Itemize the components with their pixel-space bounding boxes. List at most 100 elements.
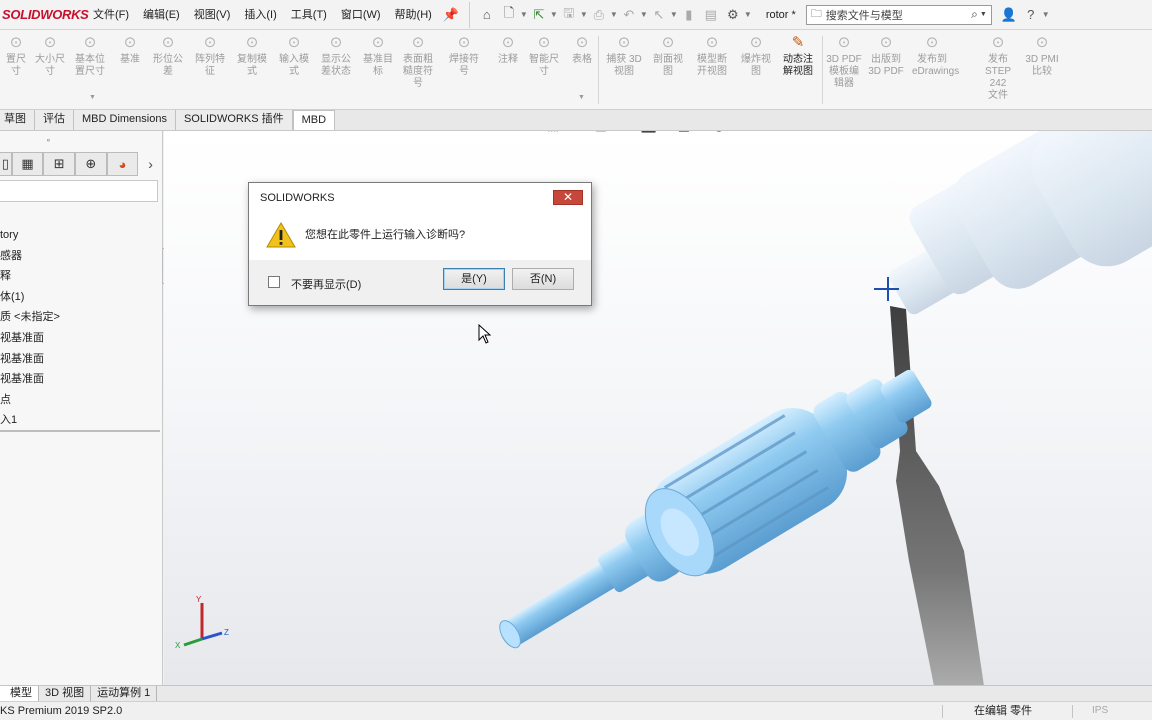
search-box[interactable]: 🗀 搜索文件与模型 ⌕ ▼ bbox=[805, 4, 992, 25]
chevron-right-icon[interactable]: › bbox=[138, 156, 163, 172]
user-icon[interactable]: 👤 bbox=[998, 4, 1020, 26]
traffic-light-icon[interactable]: ▮ bbox=[678, 4, 700, 26]
tab-4[interactable]: MBD bbox=[292, 110, 336, 130]
dimxpert-manager-tab[interactable]: ⊕ bbox=[74, 152, 107, 176]
ribbon-button-publish-3d-pdf[interactable]: ⊙ 出版到 3D PDF bbox=[866, 34, 906, 78]
chevron-down-icon[interactable]: ▼ bbox=[1042, 10, 1050, 19]
tab-3d-views[interactable]: 3D 视图 bbox=[39, 686, 92, 701]
no-button[interactable]: 否(N) bbox=[512, 268, 574, 290]
chevron-down-icon[interactable]: ▼ bbox=[744, 10, 752, 19]
tab-3[interactable]: SOLIDWORKS 插件 bbox=[175, 110, 293, 130]
chevron-down-icon[interactable]: ▼ bbox=[89, 94, 96, 101]
menu-help[interactable]: 帮助(H) bbox=[388, 0, 439, 30]
feature-tree-item[interactable]: 视基准面 bbox=[0, 349, 163, 370]
panel-splitter-handle[interactable]: ⚬ bbox=[45, 136, 52, 145]
capture-3d-view-icon: ⊙ bbox=[617, 34, 631, 51]
help-icon[interactable]: ? bbox=[1020, 4, 1042, 26]
yes-button[interactable]: 是(Y) bbox=[443, 268, 505, 290]
menu-file[interactable]: 文件(F) bbox=[86, 0, 136, 30]
feature-tree-item[interactable]: 释 bbox=[0, 266, 163, 287]
ribbon-button-smart-dimension[interactable]: ⊙ 智能尺 寸 bbox=[524, 34, 564, 78]
ribbon-button-3d-pdf-template[interactable]: ⊙ 3D PDF 模板编 辑器 bbox=[824, 34, 864, 90]
ribbon-button-publish-step[interactable]: ⊙ 发布 STEP 242 文件 bbox=[978, 34, 1018, 102]
ribbon-button-paste-scheme[interactable]: ⊙ 输入模 式 bbox=[274, 34, 314, 78]
chevron-down-icon[interactable]: ▼ bbox=[520, 10, 528, 19]
menu-view[interactable]: 视图(V) bbox=[187, 0, 238, 30]
save-icon[interactable]: 🖫 bbox=[558, 4, 580, 26]
configuration-manager-tab[interactable]: ⊞ bbox=[43, 152, 75, 176]
ribbon-separator bbox=[822, 36, 823, 104]
ribbon-button-dynamic-annotation-view[interactable]: ✎ 动态注 解视图 bbox=[778, 34, 818, 78]
feature-tree-filter-input[interactable] bbox=[0, 180, 158, 202]
menu-edit[interactable]: 编辑(E) bbox=[136, 0, 187, 30]
document-name: rotor * bbox=[765, 8, 796, 21]
tab-model[interactable]: 模型 bbox=[0, 686, 39, 701]
ribbon-button-datum[interactable]: ⊙ 基准 bbox=[110, 34, 150, 66]
feature-tree-item[interactable]: 感器 bbox=[0, 246, 163, 267]
menu-tools[interactable]: 工具(T) bbox=[284, 0, 334, 30]
ribbon-button-broken-view[interactable]: ⊙ 模型断 开视图 bbox=[692, 34, 732, 78]
feature-tree-item[interactable]: 视基准面 bbox=[0, 328, 163, 349]
chevron-down-icon[interactable]: ▼ bbox=[670, 10, 678, 19]
options-gear-icon[interactable]: ⚙ bbox=[722, 4, 744, 26]
rollback-bar[interactable] bbox=[0, 430, 160, 432]
ribbon-button-capture-3d-view[interactable]: ⊙ 捕获 3D 视图 bbox=[604, 34, 644, 78]
ribbon-button-weld-symbol[interactable]: ⊙ 焊接符 号 bbox=[444, 34, 484, 78]
menu-window[interactable]: 窗口(W) bbox=[334, 0, 388, 30]
ribbon-button-pattern-feature[interactable]: ⊙ 阵列特 征 bbox=[190, 34, 230, 78]
feature-tree-item[interactable]: 入1 bbox=[0, 410, 163, 431]
search-input[interactable]: 搜索文件与模型 bbox=[822, 7, 971, 23]
dialog-close-button[interactable]: ✕ bbox=[553, 190, 583, 205]
ribbon-button-geometric-tolerance[interactable]: ⊙ 形位公 差 bbox=[148, 34, 188, 78]
tab-2[interactable]: MBD Dimensions bbox=[74, 110, 176, 130]
chevron-down-icon[interactable]: ▼ bbox=[980, 11, 987, 18]
ribbon-button-copy-scheme[interactable]: ⊙ 复制模 式 bbox=[232, 34, 272, 78]
feature-tree-item[interactable]: 质 <未指定> bbox=[0, 307, 163, 328]
dont-show-again-checkbox[interactable] bbox=[268, 276, 280, 288]
ribbon-button-surface-finish[interactable]: ⊙ 表面粗 糙度符 号 bbox=[398, 34, 438, 90]
file-properties-icon[interactable]: ▤ bbox=[700, 4, 722, 26]
tab-0[interactable]: 草图 bbox=[0, 110, 35, 130]
dont-show-again-label[interactable]: 不要再显示(D) bbox=[291, 276, 361, 292]
ribbon-button-table[interactable]: ⊙ 表格 bbox=[562, 34, 602, 66]
ribbon-button-size-dimension[interactable]: ⊙ 大小尺 寸 bbox=[30, 34, 70, 78]
chevron-down-icon[interactable]: ▼ bbox=[610, 10, 618, 19]
home-icon[interactable]: ⌂ bbox=[476, 4, 498, 26]
weld-symbol-icon: ⊙ bbox=[457, 34, 471, 51]
ribbon-button-label: 形位公 差 bbox=[153, 54, 183, 77]
undo-icon[interactable]: ↶ bbox=[618, 4, 640, 26]
new-document-icon[interactable]: 🗋 bbox=[498, 4, 520, 26]
property-manager-tab[interactable]: ▦ bbox=[11, 152, 44, 176]
ribbon-button-location-dimension[interactable]: ⊙ 基本位 置尺寸 bbox=[70, 34, 110, 78]
ribbon-button-label: 3D PDF 模板编 辑器 bbox=[826, 54, 862, 89]
ribbon-button-datum-target[interactable]: ⊙ 基准目 标 bbox=[358, 34, 398, 78]
search-icon[interactable]: ⌕ bbox=[971, 7, 978, 22]
select-arrow-icon[interactable]: ↖ bbox=[648, 4, 670, 26]
ribbon-button-publish-edrawings[interactable]: ⊙ 发布到 eDrawings bbox=[912, 34, 959, 78]
solidworks-logo[interactable]: SOLIDWORKS bbox=[0, 0, 89, 30]
chevron-down-icon[interactable]: ▼ bbox=[578, 94, 585, 101]
pin-icon[interactable]: 📌 bbox=[439, 7, 463, 23]
open-document-icon[interactable]: ⇱ bbox=[528, 4, 550, 26]
ribbon-button-label: 注释 bbox=[498, 54, 518, 65]
menu-insert[interactable]: 插入(I) bbox=[237, 0, 283, 30]
transparent-body-ghost bbox=[889, 131, 1152, 315]
ribbon-button-3d-pmi-compare[interactable]: ⊙ 3D PMI 比较 bbox=[1022, 34, 1062, 78]
feature-tree-item[interactable]: tory bbox=[0, 225, 163, 246]
feature-tree-item[interactable]: 点 bbox=[0, 390, 163, 411]
ribbon-button-exploded-view[interactable]: ⊙ 爆炸视 图 bbox=[736, 34, 776, 78]
ribbon-button-section-view[interactable]: ⊙ 剖面视 图 bbox=[648, 34, 688, 78]
chevron-down-icon[interactable]: ▼ bbox=[640, 10, 648, 19]
ribbon-button-tolerance-status[interactable]: ⊙ 显示公 差状态 bbox=[316, 34, 356, 78]
chevron-down-icon[interactable]: ▼ bbox=[580, 10, 588, 19]
display-manager-tab[interactable]: ◕ bbox=[106, 152, 139, 176]
feature-tree-item[interactable]: 体(1) bbox=[0, 287, 163, 308]
feature-tree-item[interactable]: 视基准面 bbox=[0, 369, 163, 390]
tab-1[interactable]: 评估 bbox=[35, 110, 74, 130]
unit-system-selector[interactable]: IPS bbox=[1092, 702, 1108, 720]
print-icon[interactable]: ⎙ bbox=[588, 4, 610, 26]
feature-tree-tab[interactable]: ▯ bbox=[0, 152, 12, 176]
tab-motion-study[interactable]: 运动算例 1 bbox=[91, 686, 158, 701]
ribbon-button-note[interactable]: ⊙ 注释 bbox=[488, 34, 528, 66]
chevron-down-icon[interactable]: ▼ bbox=[550, 10, 558, 19]
